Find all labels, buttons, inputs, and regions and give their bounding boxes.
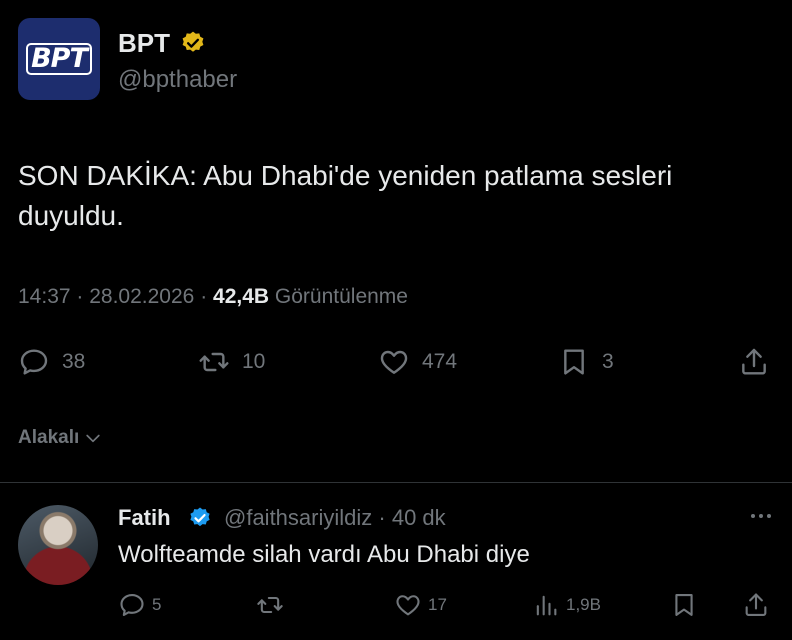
reply-count: 38 (62, 350, 86, 373)
reply-meta: @faithsariyildiz · 40 dk (224, 505, 446, 531)
reply-age[interactable]: 40 dk (392, 505, 446, 530)
post-meta: 14:37 · 28.02.2026 · 42,4B Görüntülenme (18, 285, 408, 309)
reply-sort-dropdown[interactable]: Alakalı (18, 427, 103, 449)
reply-repost-button[interactable] (256, 591, 290, 619)
reply-icon (18, 346, 50, 378)
repost-icon (198, 346, 230, 378)
post-date[interactable]: 28.02.2026 (89, 285, 194, 308)
reply-like-count: 17 (428, 595, 447, 614)
chevron-down-icon (83, 428, 103, 448)
reply-views-count: 1,9B (566, 595, 601, 614)
share-icon (738, 346, 770, 378)
like-button[interactable]: 474 (378, 346, 457, 378)
bookmark-button[interactable]: 3 (558, 346, 614, 378)
bookmark-count: 3 (602, 350, 614, 373)
reply-icon (118, 591, 146, 619)
views-count: 42,4B (213, 285, 270, 308)
views-icon (532, 591, 560, 619)
author-handle[interactable]: @bpthaber (118, 66, 237, 94)
reply-bookmark-button[interactable] (670, 591, 698, 619)
reply-author-avatar[interactable] (18, 505, 98, 585)
more-icon[interactable] (748, 508, 774, 524)
repost-button[interactable]: 10 (198, 346, 265, 378)
reply-reply-button[interactable]: 5 (118, 591, 161, 619)
meta-separator: · (372, 505, 392, 530)
sort-label: Alakalı (18, 427, 80, 448)
author-name[interactable]: BPT (118, 28, 170, 59)
like-icon (378, 346, 410, 378)
author-avatar[interactable]: BPT (18, 18, 100, 100)
like-count: 474 (422, 350, 458, 373)
like-icon (394, 591, 422, 619)
share-button[interactable] (738, 346, 770, 378)
reply-button[interactable]: 38 (18, 346, 85, 378)
reply-share-button[interactable] (742, 591, 770, 619)
reply-views-button[interactable]: 1,9B (532, 591, 601, 619)
reply-text: Wolfteamde silah vardı Abu Dhabi diye (118, 541, 530, 568)
reply-author-name[interactable]: Fatih (118, 505, 171, 531)
verified-gold-icon (180, 30, 206, 56)
reply-like-button[interactable]: 17 (394, 591, 447, 619)
repost-icon (256, 591, 284, 619)
meta-separator: · (76, 285, 90, 308)
views-label: Görüntülenme (274, 285, 408, 308)
bookmark-icon (558, 346, 590, 378)
avatar-logo-text: BPT (26, 43, 92, 75)
reply-reply-count: 5 (152, 595, 162, 614)
meta-separator: · (200, 285, 214, 308)
post-text: SON DAKİKA: Abu Dhabi'de yeniden patlama… (18, 160, 673, 231)
post-time[interactable]: 14:37 (18, 285, 71, 308)
divider (0, 482, 792, 483)
reply-author-handle[interactable]: @faithsariyildiz (224, 505, 372, 530)
repost-count: 10 (242, 350, 266, 373)
verified-blue-icon (188, 506, 212, 530)
bookmark-icon (670, 591, 698, 619)
share-icon (742, 591, 770, 619)
